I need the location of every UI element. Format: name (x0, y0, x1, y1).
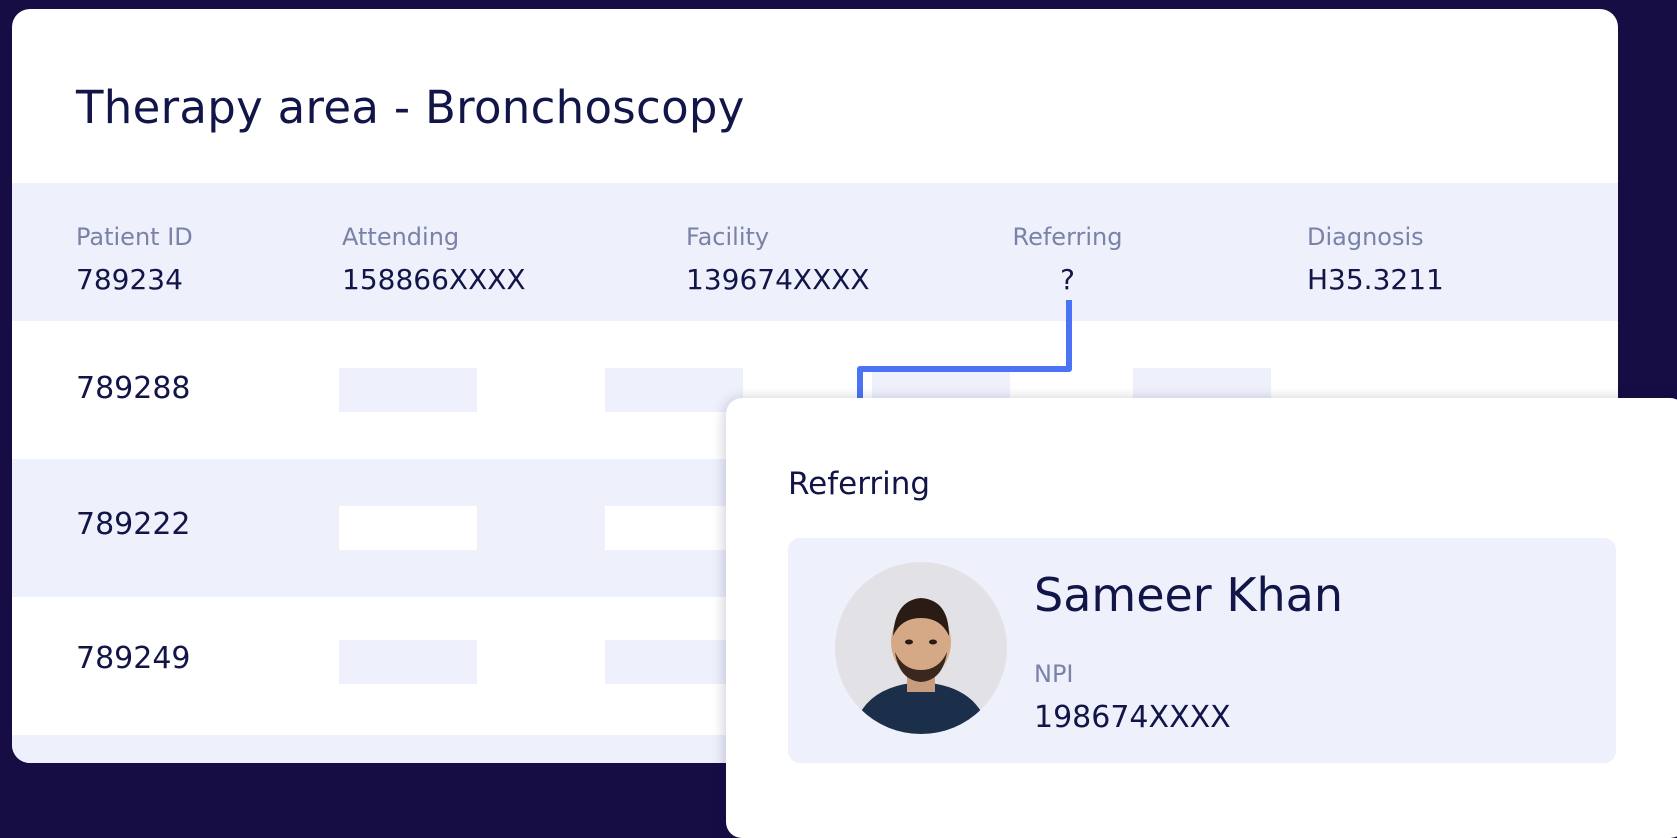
col-label: Facility (686, 223, 770, 251)
npi-value: 198674XXXX (1034, 700, 1231, 735)
placeholder-cell (339, 506, 477, 550)
col-label: Attending (342, 223, 460, 251)
referring-popup[interactable]: Referring Sameer Khan NPI 198674XXXX (726, 398, 1677, 838)
placeholder-cell (339, 368, 477, 412)
placeholder-cell (605, 506, 743, 550)
row-patient-id: 789249 (76, 641, 191, 676)
col-facility: Facility 139674XXXX (686, 223, 870, 296)
placeholder-cell (339, 640, 477, 684)
col-diagnosis: Diagnosis H35.3211 (1307, 223, 1444, 296)
col-value: 789234 (76, 263, 183, 296)
avatar (835, 562, 1007, 734)
placeholder-cell (605, 640, 743, 684)
npi-label: NPI (1034, 660, 1074, 688)
col-label: Diagnosis (1307, 223, 1424, 251)
col-label: Patient ID (76, 223, 193, 251)
col-attending: Attending 158866XXXX (342, 223, 526, 296)
col-value: 158866XXXX (342, 263, 526, 296)
row-patient-id: 789222 (76, 507, 191, 542)
referring-unknown-value[interactable]: ? (1008, 263, 1127, 296)
col-patient-id: Patient ID 789234 (76, 223, 193, 296)
col-value: H35.3211 (1307, 263, 1444, 296)
placeholder-cell (605, 368, 743, 412)
page-title: Therapy area - Bronchoscopy (76, 81, 745, 134)
popup-title: Referring (788, 466, 931, 502)
row-patient-id: 789288 (76, 371, 191, 406)
person-photo-icon (853, 598, 989, 734)
referrer-name: Sameer Khan (1034, 568, 1343, 622)
col-referring[interactable]: Referring ? (1008, 223, 1127, 296)
table-header-row[interactable]: Patient ID 789234 Attending 158866XXXX F… (12, 183, 1618, 321)
col-value: 139674XXXX (686, 263, 870, 296)
col-label: Referring (1012, 223, 1123, 251)
referrer-profile-card[interactable]: Sameer Khan NPI 198674XXXX (788, 538, 1616, 763)
